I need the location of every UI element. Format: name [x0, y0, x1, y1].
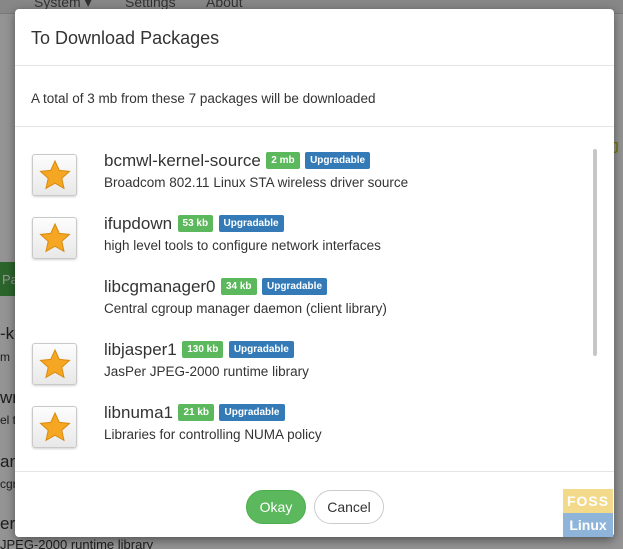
dialog-footer: Okay Cancel	[15, 471, 614, 537]
package-name: ifupdown	[104, 214, 173, 233]
package-description: Broadcom 802.11 Linux STA wireless drive…	[104, 175, 409, 190]
package-list[interactable]: bcmwl-kernel-source 2 mb Upgradable Broa…	[15, 127, 601, 455]
package-name: libnuma1	[104, 403, 173, 422]
watermark-foss: FOSS	[563, 489, 613, 513]
status-badge: Upgradable	[219, 403, 285, 421]
package-name: libjasper1	[104, 340, 177, 359]
star-button[interactable]	[32, 343, 77, 385]
list-item: libjasper1 130 kb Upgradable JasPer JPEG…	[15, 328, 575, 388]
package-description: JasPer JPEG-2000 runtime library	[104, 364, 309, 379]
star-icon	[39, 159, 71, 190]
status-badge: Upgradable	[262, 277, 328, 295]
status-badge: Upgradable	[228, 340, 294, 358]
list-item: bcmwl-kernel-source 2 mb Upgradable Broa…	[15, 139, 575, 199]
star-icon	[39, 222, 71, 253]
list-item: libcgmanager0 34 kb Upgradable Central c…	[15, 265, 575, 325]
status-badge: Upgradable	[218, 214, 284, 232]
package-description: Central cgroup manager daemon (client li…	[104, 301, 387, 316]
scrollbar-thumb[interactable]	[593, 149, 597, 356]
package-description: high level tools to configure network in…	[104, 238, 381, 253]
size-badge: 21 kb	[178, 403, 215, 421]
star-button[interactable]	[32, 406, 77, 448]
size-badge: 130 kb	[182, 340, 224, 358]
star-button[interactable]	[32, 217, 77, 259]
list-item: ifupdown 53 kb Upgradable high level too…	[15, 202, 575, 262]
size-badge: 2 mb	[266, 151, 300, 169]
package-name: bcmwl-kernel-source	[104, 151, 261, 170]
download-summary: A total of 3 mb from these 7 packages wi…	[31, 91, 376, 106]
status-badge: Upgradable	[305, 151, 371, 169]
dialog-header: To Download Packages	[15, 9, 614, 66]
package-description: Libraries for controlling NUMA policy	[104, 427, 322, 442]
dialog-title: To Download Packages	[31, 28, 220, 48]
download-packages-dialog: To Download Packages A total of 3 mb fro…	[15, 9, 614, 537]
size-badge: 53 kb	[177, 214, 214, 232]
package-list-scrollbar[interactable]	[593, 149, 598, 449]
watermark-linux: Linux	[563, 513, 613, 537]
list-item: libnuma1 21 kb Upgradable Libraries for …	[15, 391, 575, 451]
package-name: libcgmanager0	[104, 277, 216, 296]
cancel-button[interactable]: Cancel	[314, 490, 384, 524]
okay-button[interactable]: Okay	[246, 490, 306, 524]
star-icon	[39, 348, 71, 379]
size-badge: 34 kb	[220, 277, 257, 295]
foss-linux-watermark: FOSS Linux	[563, 489, 613, 537]
star-button[interactable]	[32, 154, 77, 196]
star-icon	[39, 411, 71, 442]
